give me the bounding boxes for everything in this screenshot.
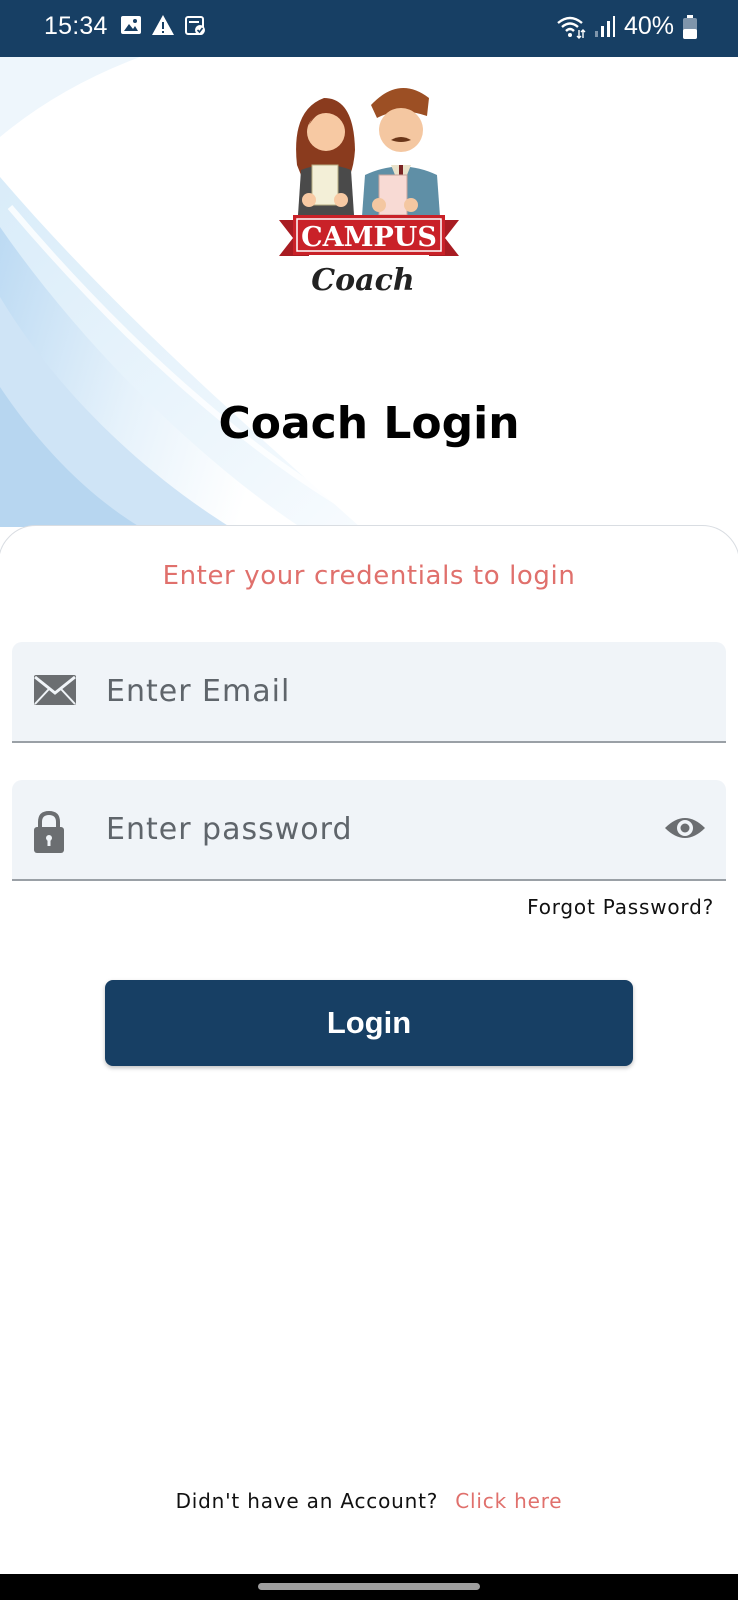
navigation-bar [0, 1574, 738, 1600]
system-status: 40% [556, 12, 698, 41]
status-bar: 15:34 40% [0, 0, 738, 57]
forgot-password-link[interactable]: Forgot Password? [527, 895, 714, 919]
warning-icon [152, 15, 174, 35]
status-time: 15:34 [44, 12, 108, 40]
envelope-icon [34, 675, 76, 705]
signup-question: Didn't have an Account? [175, 1489, 439, 1513]
lock-icon [34, 810, 64, 853]
password-field[interactable] [12, 780, 726, 881]
gallery-icon [121, 16, 141, 34]
notification-icons [120, 14, 206, 36]
signal-icon [594, 15, 615, 37]
email-field[interactable] [12, 642, 726, 743]
battery-icon [683, 14, 697, 39]
battery-percent: 40% [623, 12, 674, 40]
campus-coach-logo: CAMPUS Coach [279, 88, 459, 298]
signup-link[interactable]: Click here [455, 1489, 562, 1513]
eye-icon[interactable] [664, 814, 706, 842]
home-gesture-handle[interactable] [258, 1583, 480, 1590]
page-title: Coach Login [218, 398, 520, 449]
login-subtitle: Enter your credentials to login [162, 561, 576, 591]
password-input[interactable] [106, 804, 626, 854]
calendar-check-icon [185, 16, 205, 35]
logo-text-campus: CAMPUS [301, 222, 437, 253]
wifi-icon [557, 16, 586, 39]
login-button[interactable]: Login [105, 980, 633, 1066]
email-input[interactable] [106, 666, 626, 716]
logo-text-coach: Coach [311, 263, 414, 298]
signup-prompt: Didn't have an Account? Click here [0, 1489, 738, 1513]
